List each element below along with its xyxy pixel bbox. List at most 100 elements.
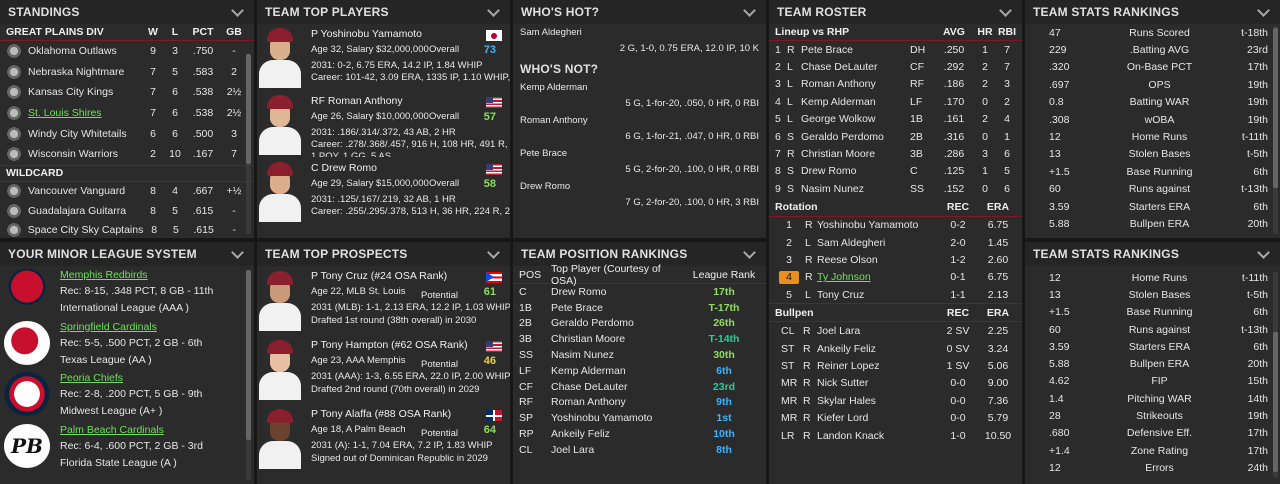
stat-row[interactable]: 0.8 Batting WAR 19th bbox=[1025, 94, 1280, 111]
minor-league-team[interactable]: Peoria Chiefs Rec: 2-8, .200 PCT, 5 GB - … bbox=[0, 369, 254, 421]
scrollbar[interactable] bbox=[1273, 26, 1278, 234]
chevron-down-icon[interactable] bbox=[487, 245, 500, 259]
bullpen-row[interactable]: ST R Ankeily Feliz 0 SV 3.24 bbox=[769, 340, 1022, 357]
stat-value: 5.88 bbox=[1049, 358, 1070, 371]
position-ranking-row[interactable]: LF Kemp Alderman 6th bbox=[513, 363, 766, 379]
stat-row[interactable]: 60 Runs against t-13th bbox=[1025, 181, 1280, 198]
standings-row[interactable]: Wisconsin Warriors 2 10 .167 7 bbox=[0, 144, 254, 165]
standings-row[interactable]: Kansas City Kings 7 6 .538 2½ bbox=[0, 82, 254, 103]
bullpen-row[interactable]: ST R Reiner Lopez 1 SV 5.06 bbox=[769, 357, 1022, 374]
stat-row[interactable]: 229 .Batting AVG 23rd bbox=[1025, 41, 1280, 58]
wildcard-row[interactable]: Vancouver Vanguard 8 4 .667 +½ bbox=[0, 182, 254, 202]
stat-row[interactable]: 13 Stolen Bases t-5th bbox=[1025, 286, 1280, 303]
bullpen-row[interactable]: MR R Skylar Hales 0-0 7.36 bbox=[769, 392, 1022, 409]
position-ranking-row[interactable]: CL Joel Lara 8th bbox=[513, 442, 766, 458]
stat-rank: 24th bbox=[1247, 461, 1268, 474]
position-ranking-row[interactable]: 2B Geraldo Perdomo 26th bbox=[513, 316, 766, 332]
stat-row[interactable]: 13 Stolen Bases t-5th bbox=[1025, 146, 1280, 163]
standings-row[interactable]: Oklahoma Outlaws 9 3 .750 - bbox=[0, 41, 254, 62]
stat-row[interactable]: 5.88 Bullpen ERA 20th bbox=[1025, 215, 1280, 232]
stat-row[interactable]: +1.5 Base Running 6th bbox=[1025, 304, 1280, 321]
stat-row[interactable]: +1.5 Base Running 6th bbox=[1025, 163, 1280, 180]
stat-row[interactable]: 12 Home Runs t-11th bbox=[1025, 269, 1280, 286]
position-ranking-row[interactable]: RP Ankeily Feliz 10th bbox=[513, 426, 766, 442]
top-player-card[interactable]: RF Roman Anthony Age 26, Salary $10,000,0… bbox=[257, 91, 510, 158]
rotation-row[interactable]: 5 L Tony Cruz 1-1 2.13 bbox=[769, 286, 1022, 303]
position-ranking-row[interactable]: CF Chase DeLauter 23rd bbox=[513, 379, 766, 395]
chevron-down-icon[interactable] bbox=[743, 245, 756, 259]
stat-row[interactable]: 60 Runs against t-13th bbox=[1025, 321, 1280, 338]
lineup-row[interactable]: 6 S Geraldo Perdomo 2B .316 0 1 bbox=[769, 128, 1022, 145]
lineup-row[interactable]: 9 S Nasim Nunez SS .152 0 6 bbox=[769, 180, 1022, 197]
chevron-down-icon[interactable] bbox=[231, 245, 244, 259]
stat-name: OPS bbox=[1148, 78, 1171, 91]
bullpen-row[interactable]: LR R Landon Knack 1-0 10.50 bbox=[769, 427, 1022, 444]
position-ranking-row[interactable]: 1B Pete Brace T-17th bbox=[513, 300, 766, 316]
lineup-row[interactable]: 4 L Kemp Alderman LF .170 0 2 bbox=[769, 93, 1022, 110]
hot-player[interactable]: Sam Aldegheri 2 G, 1-0, 0.75 ERA, 12.0 IP… bbox=[520, 24, 759, 58]
stat-row[interactable]: 1.4 Pitching WAR 14th bbox=[1025, 390, 1280, 407]
lineup-row[interactable]: 3 L Roman Anthony RF .186 2 3 bbox=[769, 76, 1022, 93]
stat-row[interactable]: 3.59 Starters ERA 6th bbox=[1025, 198, 1280, 215]
minor-league-team[interactable]: Springfield Cardinals Rec: 5-5, .500 PCT,… bbox=[0, 318, 254, 370]
prospect-card[interactable]: P Tony Alaffa (#88 OSA Rank) Age 18, A Pa… bbox=[257, 404, 510, 473]
stat-row[interactable]: .320 On-Base PCT 17th bbox=[1025, 59, 1280, 76]
lineup-row[interactable]: 1 R Pete Brace DH .250 1 7 bbox=[769, 41, 1022, 58]
rotation-row[interactable]: 3 R Reese Olson 1-2 2.60 bbox=[769, 251, 1022, 268]
rotation-header: Rotation REC ERA bbox=[769, 198, 1022, 217]
chevron-down-icon[interactable] bbox=[1257, 3, 1270, 17]
standings-row[interactable]: Windy City Whitetails 6 6 .500 3 bbox=[0, 123, 254, 144]
standings-row[interactable]: St. Louis Shires 7 6 .538 2½ bbox=[0, 103, 254, 124]
wildcard-row[interactable]: Space City Sky Captains 8 5 .615 - bbox=[0, 221, 254, 238]
not-player[interactable]: Drew Romo 7 G, 2-for-20, .100, 0 HR, 3 RB… bbox=[520, 179, 759, 212]
lineup-row[interactable]: 8 S Drew Romo C .125 1 5 bbox=[769, 163, 1022, 180]
lineup-row[interactable]: 2 L Chase DeLauter CF .292 2 7 bbox=[769, 58, 1022, 75]
position-ranking-row[interactable]: SP Yoshinobu Yamamoto 1st bbox=[513, 410, 766, 426]
scrollbar[interactable] bbox=[246, 54, 251, 234]
stat-row[interactable]: 28 Strikeouts 19th bbox=[1025, 407, 1280, 424]
bullpen-row[interactable]: MR R Kiefer Lord 0-0 5.79 bbox=[769, 409, 1022, 426]
chevron-down-icon[interactable] bbox=[487, 3, 500, 17]
stat-row[interactable]: +1.4 Zone Rating 17th bbox=[1025, 442, 1280, 459]
standings-row[interactable]: Nebraska Nightmare 7 5 .583 2 bbox=[0, 62, 254, 83]
prospect-card[interactable]: P Tony Hampton (#62 OSA Rank) Age 23, AAA… bbox=[257, 335, 510, 404]
stat-row[interactable]: 3.59 Starters ERA 6th bbox=[1025, 338, 1280, 355]
stat-row[interactable]: .680 Defensive Eff. 17th bbox=[1025, 425, 1280, 442]
minor-league-team[interactable]: PB Palm Beach Cardinals Rec: 6-4, .600 PCT… bbox=[0, 421, 254, 473]
lineup-row[interactable]: 5 L George Wolkow 1B .161 2 4 bbox=[769, 111, 1022, 128]
stat-row[interactable]: 5.88 Bullpen ERA 20th bbox=[1025, 355, 1280, 372]
position-ranking-row[interactable]: RF Roman Anthony 9th bbox=[513, 395, 766, 411]
stat-row[interactable]: 4.62 FIP 15th bbox=[1025, 373, 1280, 390]
bullpen-row[interactable]: CL R Joel Lara 2 SV 2.25 bbox=[769, 322, 1022, 339]
scrollbar[interactable] bbox=[1273, 272, 1278, 478]
chevron-down-icon[interactable] bbox=[231, 3, 244, 17]
stat-row[interactable]: 12 Errors 24th bbox=[1025, 459, 1280, 476]
prospect-card[interactable]: P Tony Cruz (#24 OSA Rank) Age 22, MLB St… bbox=[257, 266, 510, 335]
wildcard-row[interactable]: Guadalajara Guitarra 8 5 .615 - bbox=[0, 201, 254, 221]
rotation-row[interactable]: 2 L Sam Aldegheri 2-0 1.45 bbox=[769, 234, 1022, 251]
stat-row[interactable]: 12 Home Runs t-11th bbox=[1025, 128, 1280, 145]
not-player[interactable]: Kemp Alderman 5 G, 1-for-20, .050, 0 HR, … bbox=[520, 80, 759, 113]
scrollbar[interactable] bbox=[246, 270, 251, 480]
not-player[interactable]: Roman Anthony 6 G, 1-for-21, .047, 0 HR, … bbox=[520, 113, 759, 146]
stat-row[interactable]: .308 wOBA 19th bbox=[1025, 111, 1280, 128]
pct: .538 bbox=[192, 86, 214, 99]
position-ranking-row[interactable]: C Drew Romo 17th bbox=[513, 284, 766, 300]
order: 7 bbox=[775, 148, 781, 161]
position-ranking-row[interactable]: 3B Christian Moore T-14th bbox=[513, 331, 766, 347]
bullpen-row[interactable]: MR R Nick Sutter 0-0 9.00 bbox=[769, 375, 1022, 392]
position-ranking-row[interactable]: SS Nasim Nunez 30th bbox=[513, 347, 766, 363]
rotation-row[interactable]: 1 R Yoshinobu Yamamoto 0-2 6.75 bbox=[769, 217, 1022, 234]
not-player[interactable]: Pete Brace 5 G, 2-for-20, .100, 0 HR, 0 R… bbox=[520, 146, 759, 179]
top-player-card[interactable]: C Drew Romo Age 29, Salary $15,000,000 Ove… bbox=[257, 158, 510, 225]
chevron-down-icon[interactable] bbox=[999, 3, 1012, 17]
lineup-row[interactable]: 7 R Christian Moore 3B .286 3 6 bbox=[769, 145, 1022, 162]
chevron-down-icon[interactable] bbox=[743, 3, 756, 17]
stat-row[interactable]: 47 Runs Scored t-18th bbox=[1025, 24, 1280, 41]
chevron-down-icon[interactable] bbox=[1257, 245, 1270, 259]
order: 9 bbox=[775, 182, 781, 195]
minor-league-team[interactable]: Memphis Redbirds Rec: 8-15, .348 PCT, 8 G… bbox=[0, 266, 254, 318]
rotation-row[interactable]: 4 R Ty Johnson 0-1 6.75 bbox=[769, 269, 1022, 286]
stat-row[interactable]: .697 OPS 19th bbox=[1025, 76, 1280, 93]
top-player-card[interactable]: P Yoshinobu Yamamoto Age 32, Salary $32,0… bbox=[257, 24, 510, 91]
